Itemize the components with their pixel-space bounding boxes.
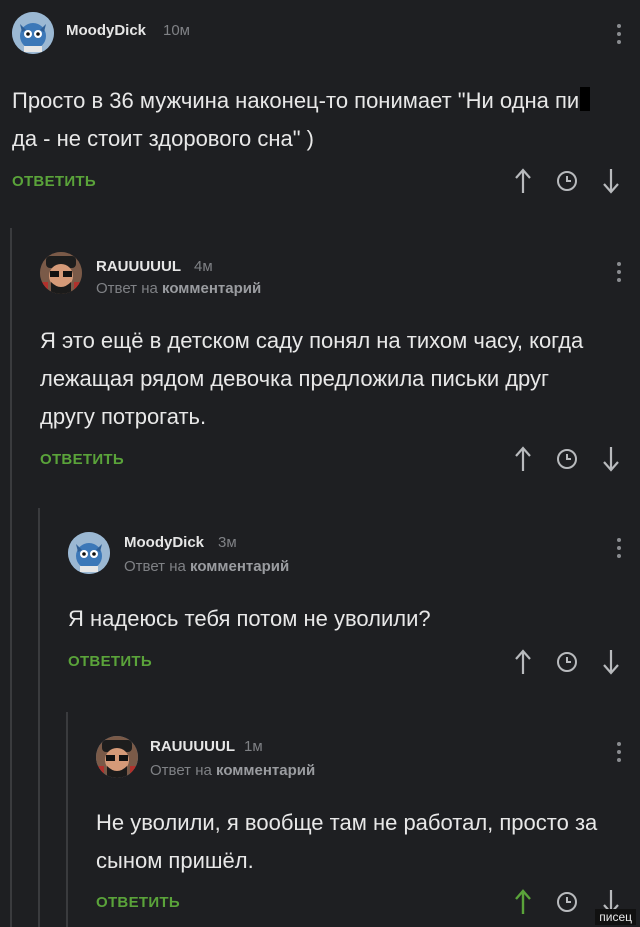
comment-text-part-2: да - не стоит здорового сна" ): [12, 126, 315, 151]
avatar[interactable]: [68, 532, 110, 574]
comment-1: MoodyDick 10м Просто в 36 мужчина наконе…: [0, 0, 640, 215]
clock-icon[interactable]: [552, 166, 582, 196]
comment-2: RAUUUUUL 4м Ответ на комментарий Я это е…: [28, 228, 640, 498]
reply-to-line: Ответ на комментарий: [150, 762, 315, 779]
reply-to-line: Ответ на комментарий: [124, 558, 289, 575]
comment-3: MoodyDick 3м Ответ на комментарий Я наде…: [56, 508, 640, 698]
downvote-icon[interactable]: [596, 647, 626, 677]
more-options-icon[interactable]: [616, 538, 622, 562]
author-name[interactable]: RAUUUUUL: [96, 258, 181, 275]
blue-character-avatar-icon: [12, 12, 54, 54]
more-options-icon[interactable]: [616, 262, 622, 286]
watermark-text: писец: [595, 909, 636, 925]
vote-actions: [508, 164, 626, 198]
downvote-icon[interactable]: [596, 166, 626, 196]
vote-actions: [508, 645, 626, 679]
comment-time: 1м: [244, 738, 263, 755]
upvote-icon[interactable]: [508, 887, 538, 917]
comment-time: 4м: [194, 258, 213, 275]
upvote-icon[interactable]: [508, 166, 538, 196]
avatar[interactable]: [96, 736, 138, 778]
upvote-icon[interactable]: [508, 444, 538, 474]
reply-to-prefix: Ответ на: [150, 762, 217, 779]
reply-button[interactable]: ОТВЕТИТЬ: [40, 451, 124, 468]
author-name[interactable]: MoodyDick: [66, 22, 146, 39]
thread-line[interactable]: [10, 228, 12, 927]
reply-to-link[interactable]: комментарий: [162, 280, 261, 297]
comment-text-part-1: Просто в 36 мужчина наконец-то понимает …: [12, 88, 580, 113]
comment-text: Просто в 36 мужчина наконец-то понимает …: [12, 82, 612, 158]
reply-button[interactable]: ОТВЕТИТЬ: [68, 653, 152, 670]
more-options-icon[interactable]: [616, 24, 622, 48]
thread-line[interactable]: [38, 508, 40, 927]
clock-icon[interactable]: [552, 647, 582, 677]
comment-4: RAUUUUUL 1м Ответ на комментарий Не увол…: [84, 712, 640, 927]
avatar[interactable]: [40, 252, 82, 294]
clock-icon[interactable]: [552, 887, 582, 917]
more-options-icon[interactable]: [616, 742, 622, 766]
vote-actions: [508, 442, 626, 476]
man-with-sunglasses-avatar-icon: [96, 736, 138, 778]
thread-line[interactable]: [66, 712, 68, 927]
man-with-sunglasses-avatar-icon: [40, 252, 82, 294]
upvote-icon[interactable]: [508, 647, 538, 677]
clock-icon[interactable]: [552, 444, 582, 474]
censor-block: [580, 87, 591, 111]
author-name[interactable]: MoodyDick: [124, 534, 204, 551]
reply-to-prefix: Ответ на: [124, 558, 191, 575]
comment-time: 10м: [163, 22, 190, 39]
reply-button[interactable]: ОТВЕТИТЬ: [96, 894, 180, 911]
reply-button[interactable]: ОТВЕТИТЬ: [12, 173, 96, 190]
author-name[interactable]: RAUUUUUL: [150, 738, 235, 755]
downvote-icon[interactable]: [596, 444, 626, 474]
avatar[interactable]: [12, 12, 54, 54]
comment-text: Я это ещё в детском саду понял на тихом …: [40, 328, 584, 429]
comment-time: 3м: [218, 534, 237, 551]
reply-to-link[interactable]: комментарий: [190, 558, 289, 575]
comment-text: Не уволили, я вообще там не работал, про…: [96, 810, 598, 873]
comment-text: Я надеюсь тебя потом не уволили?: [68, 606, 431, 631]
reply-to-line: Ответ на комментарий: [96, 280, 261, 297]
reply-to-link[interactable]: комментарий: [216, 762, 315, 779]
blue-character-avatar-icon: [68, 532, 110, 574]
reply-to-prefix: Ответ на: [96, 280, 163, 297]
